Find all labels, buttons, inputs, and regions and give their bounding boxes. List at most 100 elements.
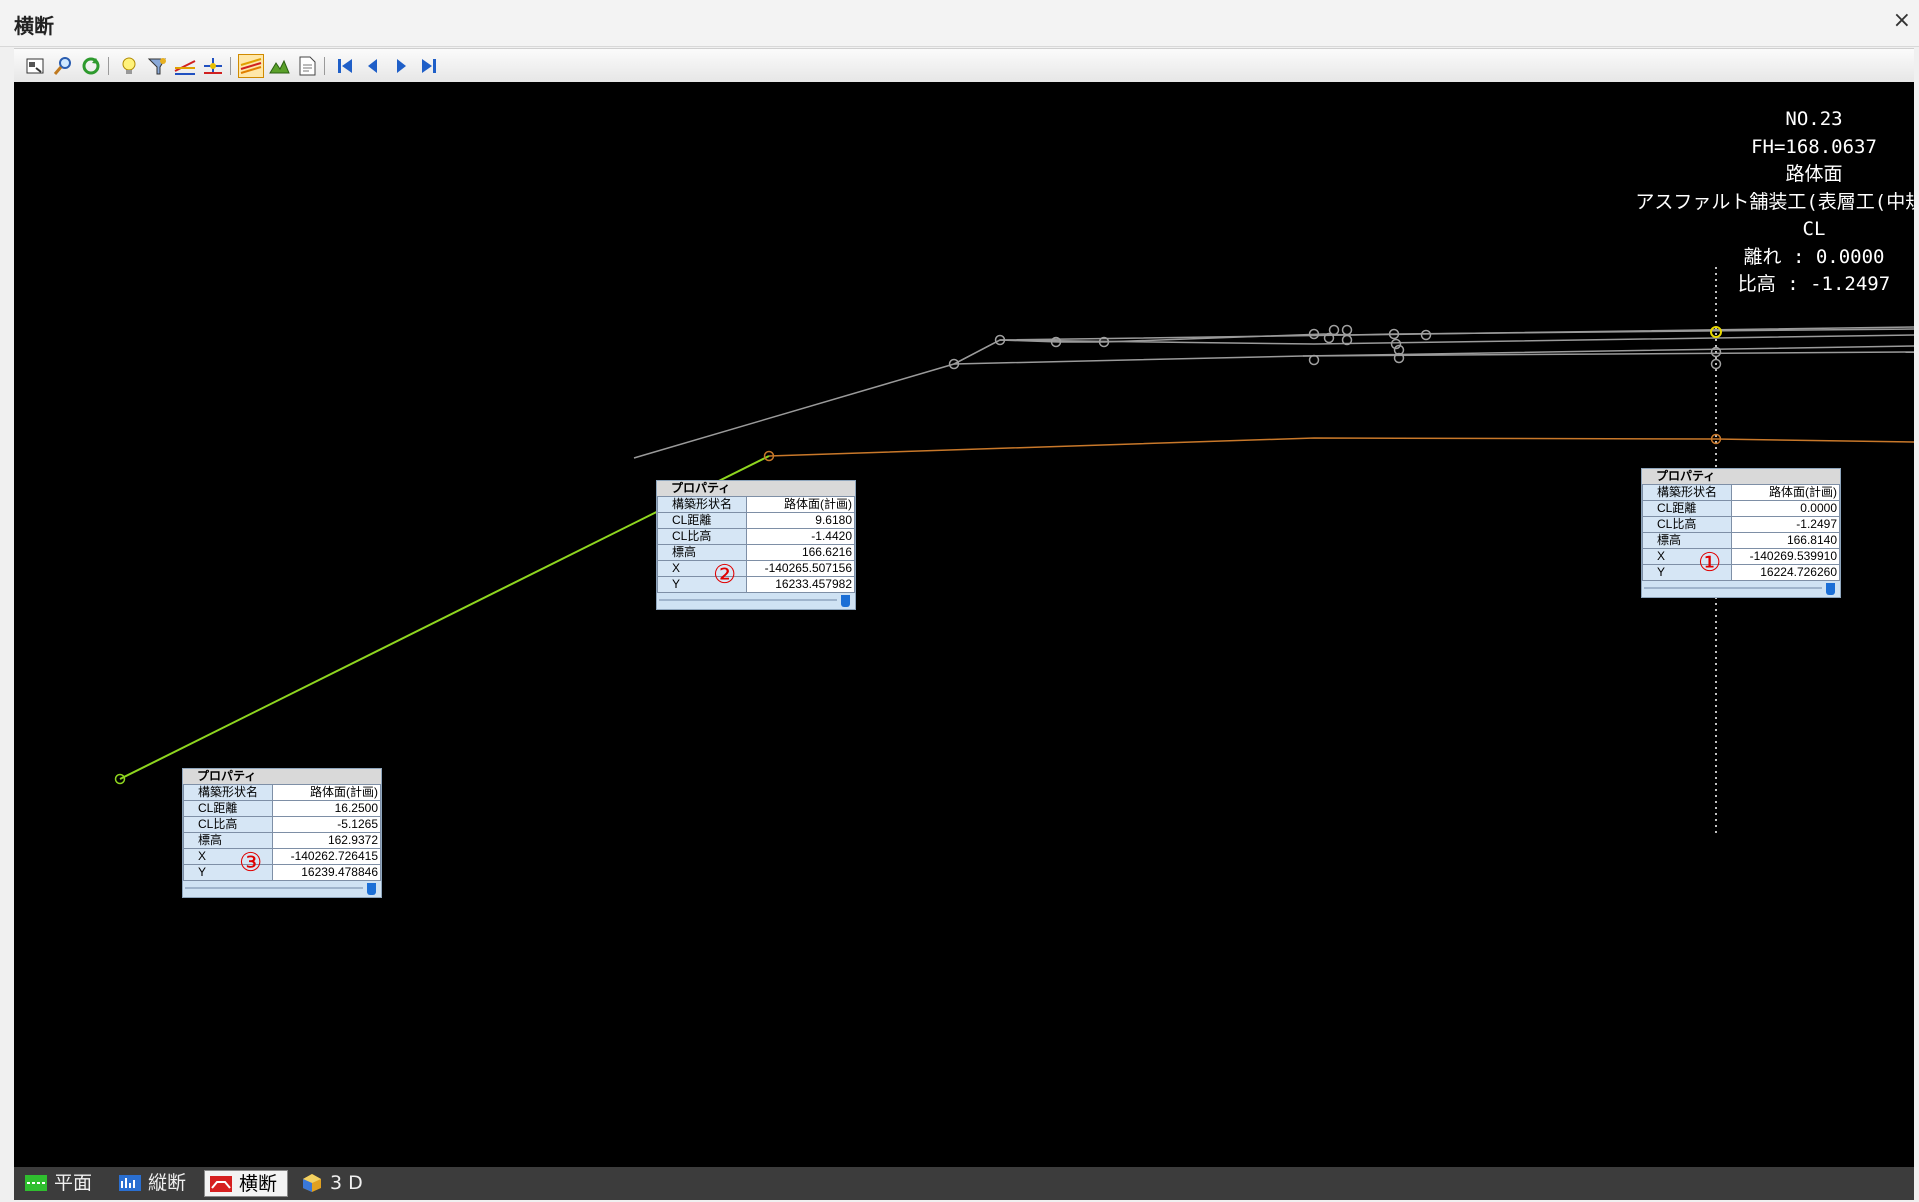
- property-table: 構築形状名 路体面(計画) CL距離 16.2500 CL比高 -5.1265 標高 1…: [183, 784, 381, 881]
- label-elevation: 標高: [1642, 532, 1732, 549]
- property-panel-2[interactable]: プロパティ 構築形状名 路体面(計画) CL距離 9.6180 CL比高 -1.442…: [656, 480, 856, 610]
- label-shape: 構築形状名: [183, 784, 273, 801]
- value-cl-distance: 9.6180: [746, 512, 855, 529]
- value-x: -140265.507156: [746, 560, 855, 577]
- label-cl-distance: CL距離: [1642, 500, 1732, 517]
- hint-button[interactable]: [116, 54, 142, 78]
- tab-plan-label: 平面: [54, 1172, 93, 1194]
- height-value: 比高 : -1.2497: [1737, 273, 1891, 295]
- select-filter-button[interactable]: [144, 54, 170, 78]
- property-footer: [1642, 581, 1840, 597]
- view-tab-bar: 平面 縦断 横断 3 D: [14, 1167, 1914, 1200]
- property-panel-1[interactable]: プロパティ 構築形状名 路体面(計画) CL距離 0.0000 CL比高 -1.249…: [1641, 468, 1841, 598]
- lightbulb-icon: [122, 57, 136, 74]
- layer-name: 路体面: [1785, 163, 1843, 185]
- tab-plan[interactable]: 平面: [20, 1170, 110, 1197]
- cross-section-icon: [210, 1176, 232, 1192]
- measure-line-button[interactable]: [172, 54, 198, 78]
- last-icon: [422, 59, 436, 73]
- scroll-thumb[interactable]: [1826, 583, 1835, 595]
- report-button[interactable]: [294, 54, 320, 78]
- property-footer: [183, 881, 381, 897]
- toolbar-separator: [108, 57, 109, 75]
- point-edit-button[interactable]: [200, 54, 226, 78]
- value-elevation: 166.6216: [746, 544, 855, 561]
- scroll-thumb[interactable]: [367, 883, 376, 895]
- subgrade-line: [768, 437, 1914, 457]
- tab-profile-label: 縦断: [148, 1172, 187, 1194]
- label-shape: 構築形状名: [1642, 484, 1732, 501]
- label-cl-distance: CL距離: [657, 512, 747, 529]
- next-button[interactable]: [388, 54, 414, 78]
- tab-3d-label: 3 D: [330, 1172, 363, 1194]
- value-cl-height: -1.2497: [1731, 516, 1840, 533]
- scroll-track: [1644, 587, 1822, 589]
- value-x: -140269.539910: [1731, 548, 1840, 565]
- value-shape: 路体面(計画): [1731, 484, 1840, 501]
- value-elevation: 162.9372: [272, 832, 381, 849]
- document-icon: [299, 56, 316, 76]
- refresh-button[interactable]: [78, 54, 104, 78]
- toolbar: [14, 48, 1914, 84]
- value-cl-height: -1.4420: [746, 528, 855, 545]
- tab-cross-section[interactable]: 横断: [204, 1170, 288, 1197]
- first-button[interactable]: [332, 54, 358, 78]
- terrain-icon: [269, 59, 290, 74]
- property-title: プロパティ: [657, 481, 855, 496]
- property-title: プロパティ: [183, 769, 381, 784]
- value-shape: 路体面(計画): [746, 496, 855, 513]
- scroll-thumb[interactable]: [841, 595, 850, 607]
- tab-profile[interactable]: 縦断: [114, 1170, 198, 1197]
- toolbar-separator: [324, 57, 325, 75]
- property-title: プロパティ: [1642, 469, 1840, 484]
- label-elevation: 標高: [657, 544, 747, 561]
- property-table: 構築形状名 路体面(計画) CL距離 9.6180 CL比高 -1.4420 標高 16…: [657, 496, 855, 593]
- value-x: -140262.726415: [272, 848, 381, 865]
- formation-height: FH=168.0637: [1751, 135, 1877, 158]
- title-bar: 横断 ×: [0, 0, 1919, 47]
- terrain-button[interactable]: [266, 54, 292, 78]
- offset-value: 離れ : 0.0000: [1743, 245, 1885, 268]
- value-y: 16224.726260: [1731, 564, 1840, 581]
- scroll-track: [185, 887, 363, 889]
- label-cl-distance: CL距離: [183, 800, 273, 817]
- point-edit-icon: [204, 58, 222, 74]
- next-icon: [397, 59, 406, 73]
- label-cl-height: CL比高: [183, 816, 273, 833]
- value-cl-distance: 0.0000: [1731, 500, 1840, 517]
- tab-cross-section-label: 横断: [239, 1173, 278, 1195]
- zoom-button[interactable]: [50, 54, 76, 78]
- value-y: 16233.457982: [746, 576, 855, 593]
- station-number: NO.23: [1785, 108, 1843, 130]
- cube-icon: [303, 1174, 321, 1192]
- label-elevation: 標高: [183, 832, 273, 849]
- property-table: 構築形状名 路体面(計画) CL距離 0.0000 CL比高 -1.2497 標高 16…: [1642, 484, 1840, 581]
- label-cl-height: CL比高: [657, 528, 747, 545]
- filter-icon: [147, 58, 166, 75]
- measure-line-icon: [174, 60, 196, 75]
- value-elevation: 166.8140: [1731, 532, 1840, 549]
- close-button[interactable]: ×: [1893, 10, 1911, 32]
- layer-button[interactable]: [238, 54, 264, 78]
- previous-icon: [368, 59, 377, 73]
- last-button[interactable]: [416, 54, 442, 78]
- window-title: 横断: [14, 14, 54, 38]
- value-cl-height: -5.1265: [272, 816, 381, 833]
- property-panel-3[interactable]: プロパティ 構築形状名 路体面(計画) CL距離 16.2500 CL比高 -5.12…: [182, 768, 382, 898]
- zoom-icon: [53, 57, 71, 75]
- station-info: NO.23 FH=168.0637 路体面 アスファルト舗装工(表層工(中規模以…: [1594, 106, 1914, 299]
- marker-1: ①: [1698, 548, 1722, 578]
- property-footer: [657, 593, 855, 609]
- label-cl-height: CL比高: [1642, 516, 1732, 533]
- value-shape: 路体面(計画): [272, 784, 381, 801]
- work-name: アスファルト舗装工(表層工(中規模以上): [1635, 190, 1914, 213]
- print-preview-button[interactable]: [22, 54, 48, 78]
- profile-icon: [119, 1175, 141, 1191]
- previous-button[interactable]: [360, 54, 386, 78]
- tab-3d[interactable]: 3 D: [296, 1170, 370, 1197]
- marker-3: ③: [239, 848, 263, 878]
- layer-icon: [240, 58, 262, 74]
- plan-icon: [25, 1175, 47, 1191]
- cross-section-canvas[interactable]: NO.23 FH=168.0637 路体面 アスファルト舗装工(表層工(中規模以…: [14, 82, 1914, 1167]
- print-preview-icon: [26, 58, 44, 74]
